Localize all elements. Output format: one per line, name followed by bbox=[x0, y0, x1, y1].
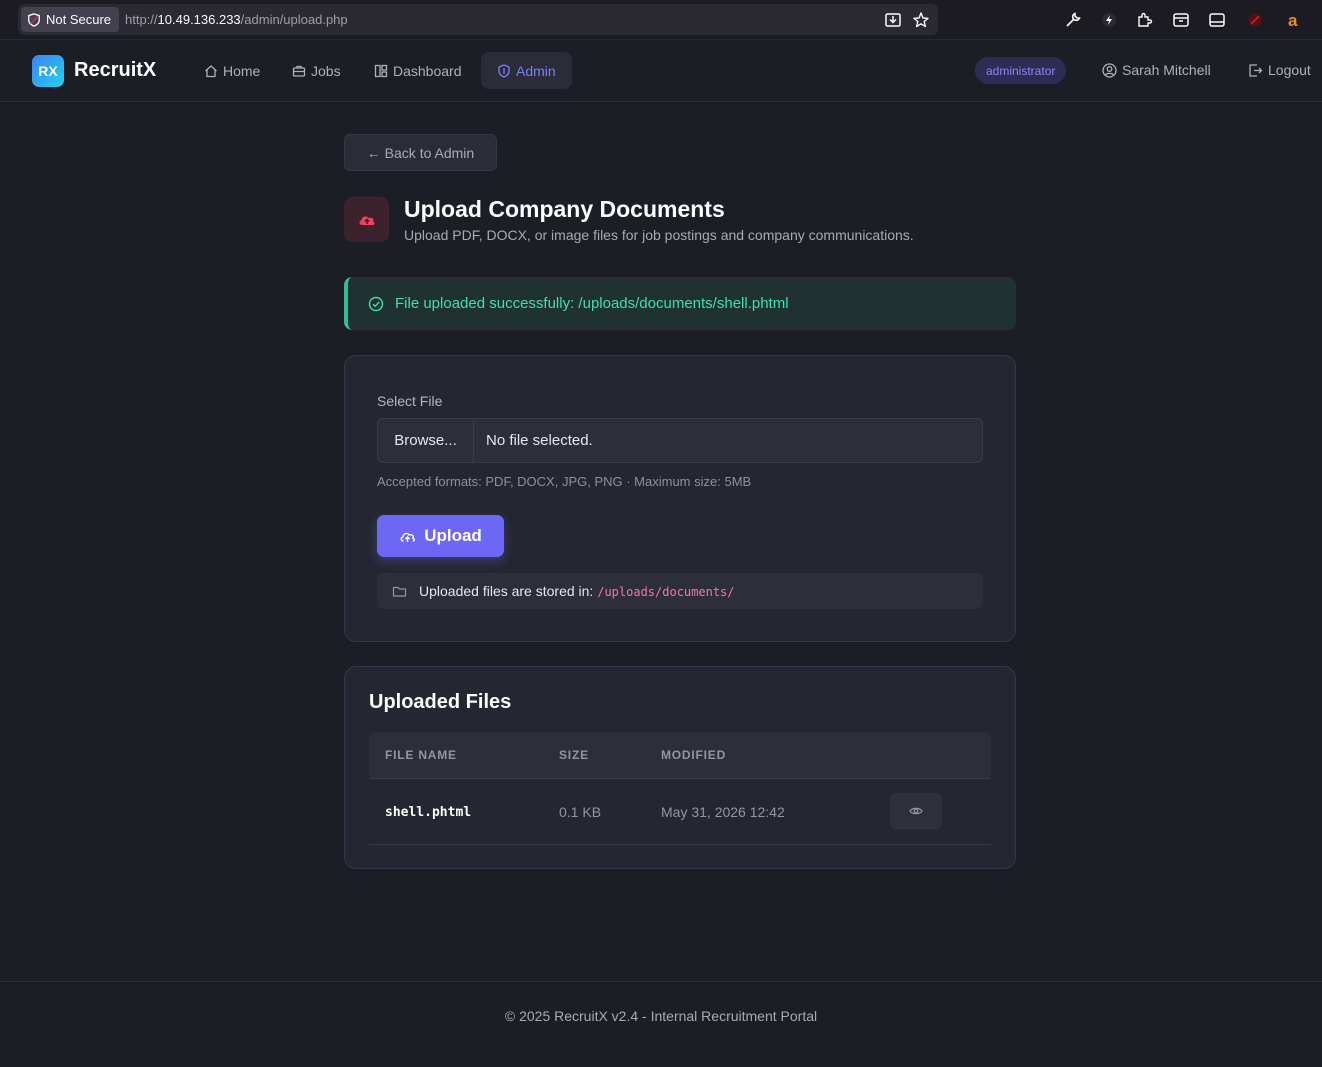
nav-home[interactable]: Home bbox=[188, 52, 276, 89]
upload-form-card: Select File Browse... No file selected. … bbox=[344, 355, 1016, 642]
page-title: Upload Company Documents bbox=[404, 196, 725, 222]
alert-text: File uploaded successfully: /uploads/doc… bbox=[395, 295, 789, 312]
shield-warning-icon bbox=[28, 12, 40, 27]
url-path: /admin/upload.php bbox=[240, 12, 348, 27]
blocker-extension-icon[interactable] bbox=[1246, 11, 1264, 29]
upload-button[interactable]: Upload bbox=[377, 515, 504, 557]
url-host: 10.49.136.233 bbox=[157, 12, 241, 27]
amazon-extension-icon[interactable]: a bbox=[1285, 11, 1303, 29]
browse-button[interactable]: Browse... bbox=[378, 419, 474, 462]
extension-bolt-icon[interactable] bbox=[1100, 11, 1118, 29]
uploaded-files-card: Uploaded Files FILE NAME SIZE MODIFIED s… bbox=[344, 666, 1016, 869]
file-modified-cell: May 31, 2026 12:42 bbox=[661, 804, 785, 820]
file-input[interactable]: Browse... No file selected. bbox=[377, 418, 983, 463]
briefcase-icon bbox=[292, 65, 306, 77]
role-badge: administrator bbox=[975, 57, 1067, 84]
check-circle-icon bbox=[368, 296, 384, 311]
storage-text: Uploaded files are stored in: bbox=[419, 583, 594, 599]
cloud-upload-icon bbox=[400, 532, 416, 542]
page-footer: © 2025 RecruitX v2.4 - Internal Recruitm… bbox=[0, 981, 1322, 1067]
uploaded-files-title: Uploaded Files bbox=[369, 691, 512, 713]
column-file-name: FILE NAME bbox=[385, 748, 457, 762]
column-modified: MODIFIED bbox=[661, 748, 727, 762]
upload-label: Upload bbox=[424, 526, 482, 545]
folder-icon bbox=[392, 586, 407, 597]
nav-dashboard[interactable]: Dashboard bbox=[358, 52, 478, 89]
footer-text: © 2025 RecruitX v2.4 - Internal Recruitm… bbox=[504, 1008, 818, 1024]
user-name: Sarah Mitchell bbox=[1122, 62, 1211, 78]
sidebar-icon[interactable] bbox=[1208, 11, 1226, 29]
table-header: FILE NAME SIZE MODIFIED bbox=[369, 732, 991, 779]
file-name-cell[interactable]: shell.phtml bbox=[385, 805, 471, 820]
nav-admin[interactable]: Admin bbox=[481, 52, 572, 89]
url-prefix: http:// bbox=[125, 12, 158, 27]
accepted-formats-hint: Accepted formats: PDF, DOCX, JPG, PNG · … bbox=[377, 474, 752, 489]
view-file-button[interactable] bbox=[890, 793, 942, 829]
wrench-icon[interactable] bbox=[1064, 11, 1082, 29]
grid-icon bbox=[374, 64, 388, 77]
logout-label: Logout bbox=[1268, 62, 1311, 78]
back-to-admin-button[interactable]: ← Back to Admin bbox=[344, 134, 497, 171]
nav-jobs[interactable]: Jobs bbox=[276, 52, 357, 89]
container-icon[interactable] bbox=[1172, 11, 1190, 29]
app-navbar: RX RecruitX Home Jobs Dashboard Admin ad… bbox=[0, 40, 1322, 102]
file-status: No file selected. bbox=[486, 432, 593, 449]
table-row: shell.phtml 0.1 KB May 31, 2026 12:42 bbox=[369, 779, 991, 845]
url-text[interactable]: http://10.49.136.233/admin/upload.php bbox=[125, 12, 348, 27]
user-circle-icon bbox=[1102, 62, 1117, 78]
select-file-label: Select File bbox=[377, 393, 443, 409]
success-alert: File uploaded successfully: /uploads/doc… bbox=[344, 277, 1016, 330]
nav-jobs-label: Jobs bbox=[311, 62, 341, 79]
extensions-puzzle-icon[interactable] bbox=[1136, 11, 1154, 29]
home-icon bbox=[205, 64, 217, 77]
nav-admin-label: Admin bbox=[516, 62, 556, 79]
logout-link[interactable]: Logout bbox=[1248, 62, 1311, 78]
brand-logo[interactable]: RX bbox=[32, 55, 64, 87]
browser-toolbar: Not Secure http://10.49.136.233/admin/up… bbox=[0, 0, 1322, 40]
not-secure-label: Not Secure bbox=[46, 12, 112, 27]
user-profile-link[interactable]: Sarah Mitchell bbox=[1102, 62, 1211, 78]
logout-icon bbox=[1249, 63, 1263, 77]
page-subtitle: Upload PDF, DOCX, or image files for job… bbox=[404, 227, 914, 243]
column-size: SIZE bbox=[559, 748, 589, 762]
logo-text: RX bbox=[38, 63, 58, 79]
storage-path: /uploads/documents/ bbox=[597, 585, 735, 599]
url-bar[interactable]: Not Secure http://10.49.136.233/admin/up… bbox=[18, 4, 938, 35]
bookmark-star-icon[interactable] bbox=[912, 11, 930, 29]
shield-icon bbox=[498, 63, 510, 78]
svg-text:a: a bbox=[1288, 11, 1298, 29]
upload-header-icon bbox=[344, 197, 389, 242]
eye-icon bbox=[909, 807, 923, 815]
cloud-upload-icon bbox=[358, 215, 375, 225]
nav-home-label: Home bbox=[223, 62, 261, 79]
brand-name[interactable]: RecruitX bbox=[74, 59, 156, 82]
nav-dashboard-label: Dashboard bbox=[393, 62, 462, 79]
back-label: ← Back to Admin bbox=[366, 144, 475, 161]
save-page-icon[interactable] bbox=[884, 11, 902, 29]
storage-info: Uploaded files are stored in: /uploads/d… bbox=[377, 573, 983, 609]
not-secure-badge[interactable]: Not Secure bbox=[21, 7, 120, 32]
file-size-cell: 0.1 KB bbox=[559, 804, 602, 820]
